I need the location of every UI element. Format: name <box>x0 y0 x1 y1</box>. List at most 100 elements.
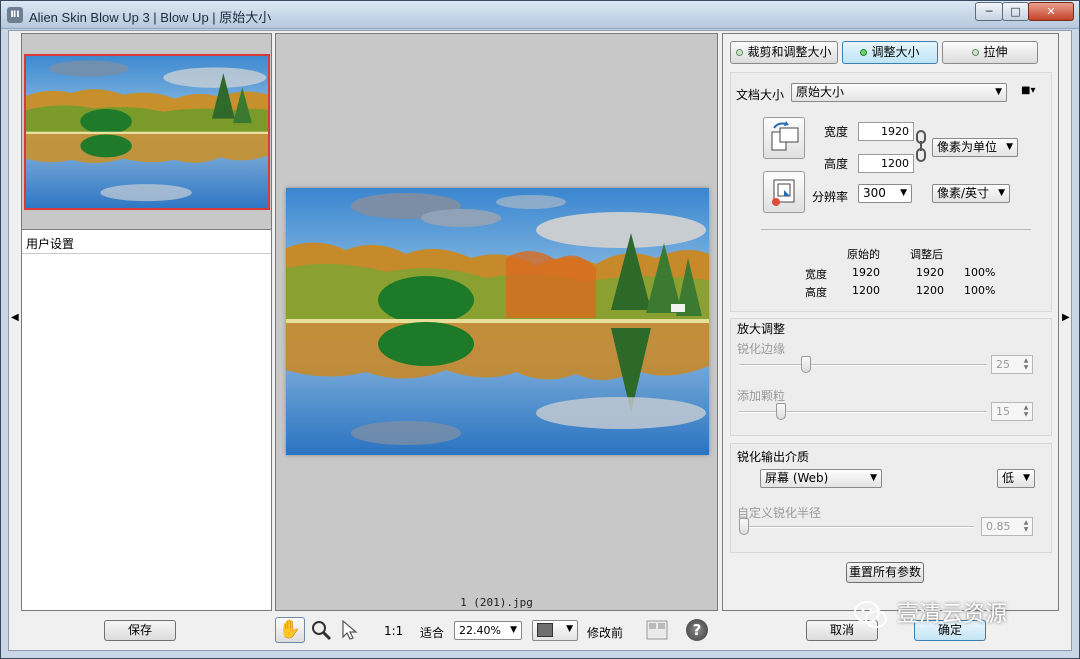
zoom-dropdown[interactable]: 22.40% ▼ <box>454 621 522 640</box>
resolution-unit-value: 像素/英寸 <box>937 186 990 200</box>
original-column-header: 原始的 <box>847 248 880 261</box>
navigator-thumbnail <box>26 56 268 208</box>
navigator <box>22 34 271 230</box>
chevron-down-icon: ▼ <box>510 625 517 635</box>
landscape-photo <box>286 188 709 455</box>
document-size-dropdown[interactable]: 原始大小 ▼ <box>791 83 1007 102</box>
maximize-button[interactable]: □ <box>1002 2 1029 21</box>
comparison-row-label: 高度 <box>805 286 827 299</box>
add-grain-slider-thumb[interactable] <box>776 403 787 420</box>
width-input[interactable]: 1920 <box>858 122 914 141</box>
comparison-row-label: 宽度 <box>805 268 827 281</box>
spinner-arrows-icon[interactable]: ▲ ▼ <box>1021 357 1031 372</box>
watermark: 壹清云资源 <box>852 596 1062 628</box>
tab-indicator-icon <box>972 49 980 56</box>
sharpen-edges-slider-thumb[interactable] <box>801 356 811 373</box>
close-button[interactable]: ✕ <box>1028 2 1074 21</box>
chevron-down-icon: ▼ <box>870 473 877 483</box>
before-label: 修改前 <box>587 626 624 640</box>
custom-radius-slider-thumb[interactable] <box>739 518 749 535</box>
user-settings-header[interactable]: 用户设置 <box>22 232 271 254</box>
left-panel: 用户设置 <box>21 33 272 611</box>
resolution-value: 300 <box>863 186 886 200</box>
width-label: 宽度 <box>824 125 849 139</box>
sharpen-level-dropdown[interactable]: 低 ▼ <box>997 469 1035 488</box>
save-button[interactable]: 保存 <box>104 620 176 641</box>
collapse-left-panel-icon[interactable]: ◀ <box>11 312 19 323</box>
navigator-frame[interactable] <box>24 54 270 210</box>
size-group: 文档大小 原始大小 ▼ ■▾ 宽度 1920 高度 1200 像素为单位 ▼ 分… <box>730 72 1052 312</box>
preset-menu-icon[interactable]: ■▾ <box>1021 85 1035 96</box>
resolution-unit-dropdown[interactable]: 像素/英寸 ▼ <box>932 184 1010 203</box>
tab-indicator-icon <box>860 49 868 56</box>
tab-label: 裁剪和调整大小 <box>747 45 832 59</box>
split-view-icon[interactable] <box>642 617 672 643</box>
link-chain-icon[interactable] <box>916 123 926 169</box>
reset-all-button[interactable]: 重置所有参数 <box>846 562 924 583</box>
adjusted-height: 1200 <box>916 284 944 297</box>
original-height: 1200 <box>852 284 880 297</box>
resample-button[interactable] <box>763 171 805 213</box>
resolution-label: 分辨率 <box>812 190 849 204</box>
zoom-1to1-button[interactable]: 1:1 <box>384 624 403 638</box>
unit-dropdown[interactable]: 像素为单位 ▼ <box>932 138 1018 157</box>
tab-crop-resize[interactable]: 裁剪和调整大小 <box>730 41 838 64</box>
sharpen-edges-label: 锐化边缘 <box>737 342 786 356</box>
divider <box>761 229 1031 230</box>
custom-radius-value: 0.85 <box>986 520 1011 533</box>
chevron-down-icon: ▼ <box>1006 142 1013 152</box>
fit-button[interactable]: 适合 <box>420 624 444 641</box>
background-color-dropdown[interactable]: ▼ <box>532 620 578 641</box>
output-sharpen-group: 锐化输出介质 屏幕 (Web) ▼ 低 ▼ 自定义锐化半径 0.85 ▲ ▼ <box>730 443 1052 553</box>
preview-image[interactable] <box>286 188 709 455</box>
sharpen-edges-value: 25 <box>996 358 1010 371</box>
height-percent: 100% <box>964 284 996 297</box>
watermark-text: 壹清云资源 <box>897 602 1008 627</box>
window-title: Alien Skin Blow Up 3 | Blow Up | 原始大小 <box>29 10 272 25</box>
sharpen-level-value: 低 <box>1002 471 1015 485</box>
output-medium-value: 屏幕 (Web) <box>765 471 829 485</box>
width-percent: 100% <box>964 266 996 279</box>
chevron-down-icon: ▼ <box>900 188 907 198</box>
zoom-value: 22.40% <box>459 624 501 637</box>
unit-value: 像素为单位 <box>937 140 998 154</box>
adjusted-column-header: 调整后 <box>910 248 943 261</box>
collapse-right-panel-icon[interactable]: ▶ <box>1062 312 1070 323</box>
color-swatch-icon <box>537 622 553 637</box>
zoom-tool-icon[interactable] <box>306 617 336 643</box>
document-size-label: 文档大小 <box>736 88 785 102</box>
preview-area[interactable]: 1 (201).jpg <box>275 33 718 611</box>
app-logo-icon: ⅡI <box>7 7 23 23</box>
chevron-down-icon: ▼ <box>998 188 1005 198</box>
spinner-arrows-icon[interactable]: ▲ ▼ <box>1021 404 1031 419</box>
output-sharpen-title: 锐化输出介质 <box>737 450 810 464</box>
minimize-button[interactable]: ─ <box>975 2 1003 21</box>
resolution-dropdown[interactable]: 300 ▼ <box>858 184 912 203</box>
tab-label: 拉伸 <box>983 45 1008 59</box>
tab-indicator-icon <box>736 49 744 56</box>
height-input[interactable]: 1200 <box>858 154 914 173</box>
tab-resize[interactable]: 调整大小 <box>842 41 938 64</box>
tab-stretch[interactable]: 拉伸 <box>942 41 1038 64</box>
height-label: 高度 <box>824 157 849 171</box>
custom-radius-input[interactable]: 0.85 ▲ ▼ <box>981 517 1033 536</box>
sharpen-edges-input[interactable]: 25 ▲ ▼ <box>991 355 1033 374</box>
output-medium-dropdown[interactable]: 屏幕 (Web) ▼ <box>760 469 882 488</box>
enlarge-group: 放大调整 锐化边缘 25 ▲ ▼ 添加颗粒 15 ▲ ▼ <box>730 318 1052 436</box>
custom-radius-slider[interactable] <box>739 526 974 528</box>
chevron-down-icon: ▼ <box>995 87 1002 97</box>
title-bar[interactable]: ⅡI Alien Skin Blow Up 3 | Blow Up | 原始大小… <box>1 1 1079 29</box>
select-tool-icon[interactable] <box>335 617 365 643</box>
rotate-dimensions-button[interactable] <box>763 117 805 159</box>
adjusted-width: 1920 <box>916 266 944 279</box>
original-width: 1920 <box>852 266 880 279</box>
hand-tool-icon[interactable]: ✋ <box>275 617 305 643</box>
add-grain-input[interactable]: 15 ▲ ▼ <box>991 402 1033 421</box>
wechat-logo-icon <box>854 601 887 628</box>
rotate-orientation-icon <box>771 121 799 151</box>
spinner-arrows-icon[interactable]: ▲ ▼ <box>1021 519 1031 534</box>
sharpen-edges-slider[interactable] <box>739 364 987 366</box>
chevron-down-icon: ▼ <box>566 624 573 634</box>
help-icon[interactable]: ? <box>682 617 712 643</box>
custom-radius-label: 自定义锐化半径 <box>737 506 822 520</box>
